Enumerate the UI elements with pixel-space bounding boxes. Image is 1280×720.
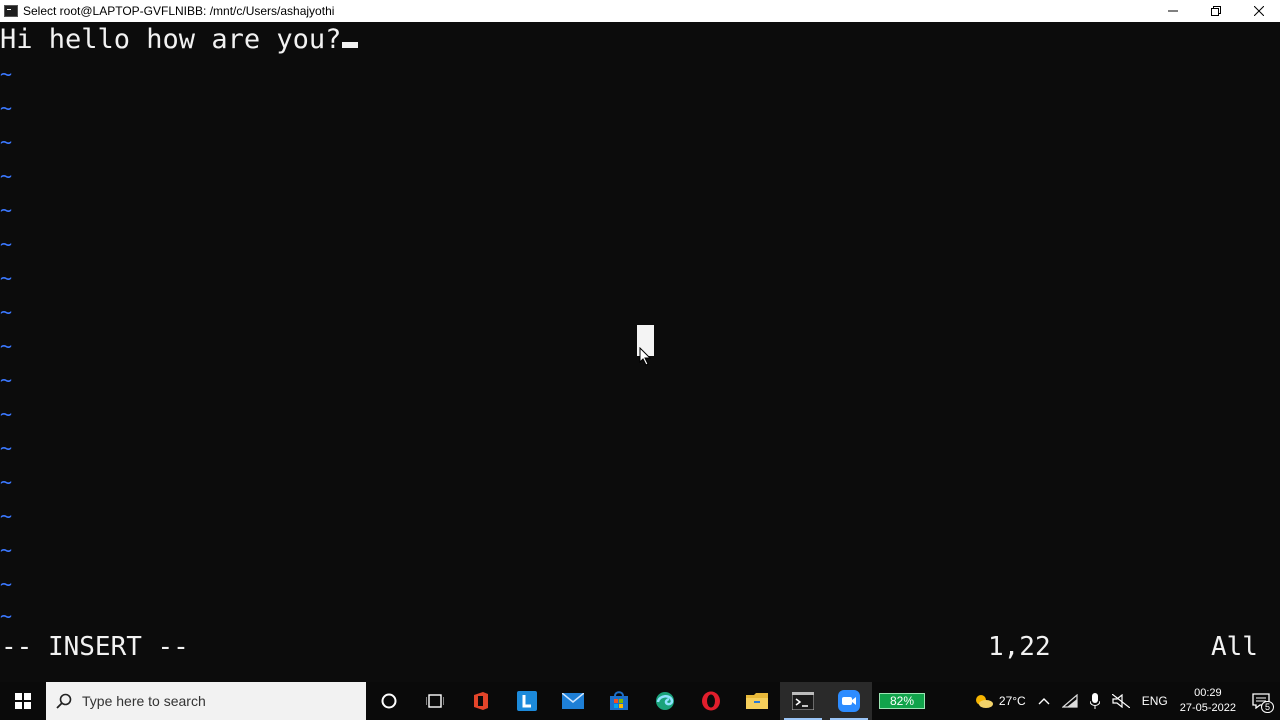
file-explorer-icon [746, 693, 768, 709]
file-explorer-button[interactable] [734, 682, 780, 720]
empty-line-marker: ~ [0, 96, 13, 120]
taskbar: Type here to search 82% 27°C ENG 00:29 2… [0, 682, 1280, 720]
clock-time: 00:29 [1194, 687, 1222, 699]
cursor-position: 1,22 [988, 632, 1051, 662]
empty-line-marker: ~ [0, 334, 13, 358]
scroll-position: All [1211, 632, 1258, 662]
empty-line-marker: ~ [0, 62, 13, 86]
start-button[interactable] [0, 682, 46, 720]
edge-icon [656, 692, 674, 710]
empty-line-marker: ~ [0, 266, 13, 290]
l-app-icon [517, 691, 537, 711]
edge-app-button[interactable] [642, 682, 688, 720]
empty-line-marker: ~ [0, 232, 13, 256]
taskbar-search-box[interactable]: Type here to search [46, 682, 366, 720]
system-tray: 27°C ENG 00:29 27-05-2022 5 [967, 682, 1280, 720]
empty-line-marker: ~ [0, 572, 13, 596]
search-placeholder: Type here to search [82, 693, 206, 709]
empty-line-marker: ~ [0, 436, 13, 460]
task-view-icon [426, 694, 444, 708]
close-button[interactable] [1237, 0, 1280, 22]
empty-line-marker: ~ [0, 504, 13, 528]
notification-count: 5 [1260, 701, 1274, 713]
mail-app-button[interactable] [550, 682, 596, 720]
terminal-app-icon [4, 5, 18, 17]
editor-line-1: Hi hello how are you? [0, 23, 359, 57]
wifi-icon [1061, 694, 1078, 708]
mouse-pointer-icon [639, 347, 652, 366]
terminal-scrollbar[interactable] [1274, 22, 1280, 682]
window-controls [1151, 0, 1280, 22]
empty-line-marker: ~ [0, 130, 13, 154]
zoom-icon [838, 690, 860, 712]
window-titlebar[interactable]: Select root@LAPTOP-GVFLNIBB: /mnt/c/User… [0, 0, 1280, 22]
empty-line-marker: ~ [0, 402, 13, 426]
clock[interactable]: 00:29 27-05-2022 [1180, 686, 1236, 716]
cortana-icon [381, 693, 397, 709]
opera-app-button[interactable] [688, 682, 734, 720]
search-icon [56, 693, 72, 709]
volume-button[interactable] [1111, 694, 1130, 708]
battery-indicator[interactable]: 82% [872, 682, 932, 720]
show-hidden-icons-button[interactable] [1038, 697, 1050, 705]
empty-line-marker: ~ [0, 538, 13, 562]
terminal-icon [792, 692, 814, 710]
close-icon [1253, 6, 1264, 16]
microphone-icon [1089, 693, 1100, 709]
empty-line-marker: ~ [0, 300, 13, 324]
vim-mode-indicator: -- INSERT -- [1, 632, 189, 662]
task-view-button[interactable] [412, 682, 458, 720]
empty-line-marker: ~ [0, 368, 13, 392]
restore-button[interactable] [1194, 0, 1237, 22]
opera-icon [702, 691, 720, 711]
microphone-button[interactable] [1089, 693, 1100, 709]
network-button[interactable] [1061, 694, 1078, 708]
editor-line-text: Hi hello how are you? [0, 24, 342, 55]
office-icon [474, 692, 488, 710]
chevron-up-icon [1038, 698, 1050, 705]
empty-line-marker: ~ [0, 604, 13, 628]
empty-line-marker: ~ [0, 198, 13, 222]
language-indicator[interactable]: ENG [1142, 694, 1168, 708]
restore-icon [1210, 6, 1221, 16]
terminal-area[interactable]: Hi hello how are you? ~ ~ ~ ~ ~ ~ ~ ~ ~ … [0, 22, 1280, 682]
cortana-button[interactable] [366, 682, 412, 720]
volume-muted-icon [1111, 694, 1130, 708]
battery-level: 82% [879, 693, 925, 709]
window-title: Select root@LAPTOP-GVFLNIBB: /mnt/c/User… [23, 4, 335, 18]
terminal-taskbar-button[interactable] [780, 682, 826, 720]
clock-date: 27-05-2022 [1179, 702, 1236, 714]
weather-widget[interactable]: 27°C [973, 693, 1026, 709]
weather-sun-cloud-icon [975, 695, 993, 708]
mail-icon [562, 693, 584, 709]
store-app-button[interactable] [596, 682, 642, 720]
minimize-button[interactable] [1151, 0, 1194, 22]
empty-line-marker: ~ [0, 470, 13, 494]
store-icon [610, 691, 628, 710]
empty-line-marker: ~ [0, 164, 13, 188]
minimize-icon [1167, 10, 1178, 12]
notification-center-button[interactable]: 5 [1252, 693, 1274, 713]
windows-logo-icon [15, 693, 31, 709]
l-app-button[interactable] [504, 682, 550, 720]
temperature: 27°C [998, 694, 1026, 708]
text-cursor [342, 42, 359, 48]
zoom-app-button[interactable] [826, 682, 872, 720]
office-app-button[interactable] [458, 682, 504, 720]
